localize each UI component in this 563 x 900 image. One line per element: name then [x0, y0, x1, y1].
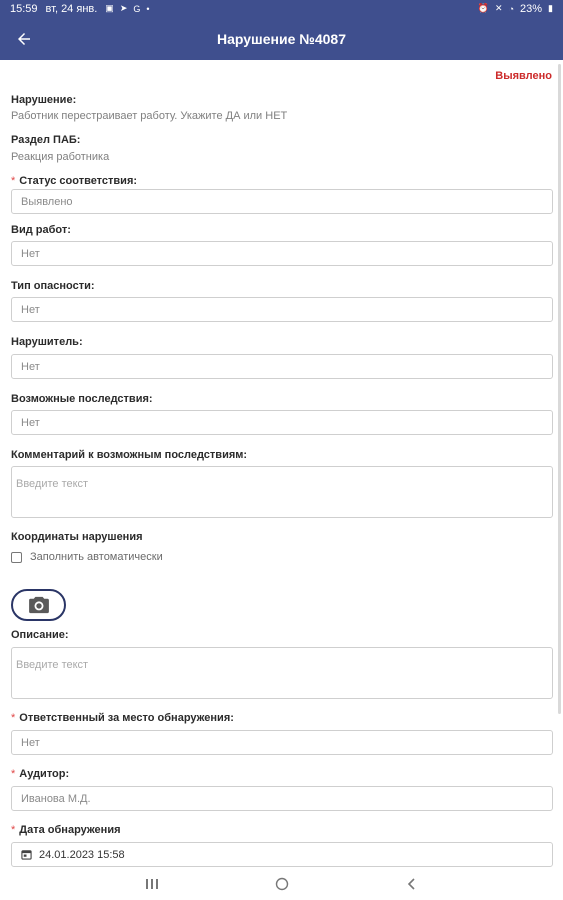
consequences-label: Возможные последствия: [11, 393, 153, 405]
wifi-icon: ◔ [508, 3, 515, 14]
auditor-field[interactable]: Иванова М.Д. [11, 786, 553, 811]
hazard-type-field[interactable]: Нет [11, 297, 553, 322]
google-icon: G [133, 3, 141, 14]
recent-apps-icon [145, 879, 158, 889]
nav-back-button[interactable] [397, 869, 427, 899]
status-right-group: ⏰ ✕ ◔ 23% ▮ [478, 3, 553, 15]
calendar-icon [21, 850, 32, 860]
description-input[interactable]: Введите текст [11, 647, 553, 699]
violator-label: Нарушитель: [11, 336, 83, 348]
detection-date-label: * Дата обнаружения [11, 824, 121, 836]
hazard-type-label: Тип опасности: [11, 280, 95, 292]
responsible-label: * Ответственный за место обнаружения: [11, 712, 234, 724]
required-marker: * [11, 768, 16, 780]
gallery-icon: ▣ [105, 3, 114, 13]
compliance-status-field[interactable]: Выявлено [11, 189, 553, 214]
home-button[interactable] [267, 869, 297, 899]
work-type-field[interactable]: Нет [11, 241, 553, 266]
system-nav-bar [0, 868, 563, 900]
auto-fill-checkbox-row[interactable]: Заполнить автоматически [11, 551, 163, 563]
description-label: Описание: [11, 629, 69, 641]
required-marker: * [11, 712, 16, 724]
recent-apps-button[interactable] [137, 869, 167, 899]
mute-icon: ✕ [495, 3, 503, 13]
arrow-left-icon [18, 32, 30, 45]
required-marker: * [11, 824, 16, 836]
battery-icon: ▮ [548, 3, 553, 13]
home-icon [275, 877, 288, 891]
responsible-field[interactable]: Нет [11, 730, 553, 755]
app-bar: Нарушение №4087 [0, 17, 563, 60]
consequences-comment-input[interactable]: Введите текст [11, 466, 553, 518]
scrollbar[interactable] [558, 64, 561, 714]
work-type-label: Вид работ: [11, 224, 71, 236]
camera-button[interactable] [11, 589, 66, 621]
form-content: Выявлено Нарушение: Работник перестраива… [0, 60, 563, 868]
alarm-icon: ⏰ [477, 3, 490, 13]
required-marker: * [11, 175, 16, 187]
auto-fill-checkbox[interactable] [11, 551, 22, 563]
status-date: вт, 24 янв. [45, 2, 98, 15]
telegram-icon: ➤ [119, 3, 128, 13]
status-badge: Выявлено [495, 70, 552, 82]
violation-value: Работник перестраивает работу. Укажите Д… [11, 110, 288, 122]
coordinates-label: Координаты нарушения [11, 531, 143, 543]
detection-date-field[interactable]: 24.01.2023 15:58 [11, 842, 553, 867]
detection-date-value: 24.01.2023 15:58 [39, 848, 125, 861]
camera-icon [28, 596, 49, 614]
compliance-status-label: * Статус соответствия: [11, 175, 138, 187]
violation-label: Нарушение: [11, 94, 77, 106]
dot-icon: • [146, 3, 150, 14]
system-status-bar: 15:59 вт, 24 янв. ▣ ➤ G • ⏰ ✕ ◔ 23% ▮ [0, 0, 563, 17]
auditor-label: * Аудитор: [11, 768, 70, 780]
consequences-comment-label: Комментарий к возможным последствиям: [11, 449, 248, 461]
page-title: Нарушение №4087 [217, 30, 346, 47]
back-button[interactable] [0, 17, 48, 60]
pab-section-label: Раздел ПАБ: [11, 134, 81, 146]
chevron-left-icon [407, 878, 415, 890]
auto-fill-label: Заполнить автоматически [30, 551, 163, 563]
pab-section-value: Реакция работника [11, 151, 110, 163]
status-time: 15:59 [10, 2, 38, 15]
violator-field[interactable]: Нет [11, 354, 553, 379]
consequences-field[interactable]: Нет [11, 410, 553, 435]
battery-level: 23% [520, 2, 543, 15]
